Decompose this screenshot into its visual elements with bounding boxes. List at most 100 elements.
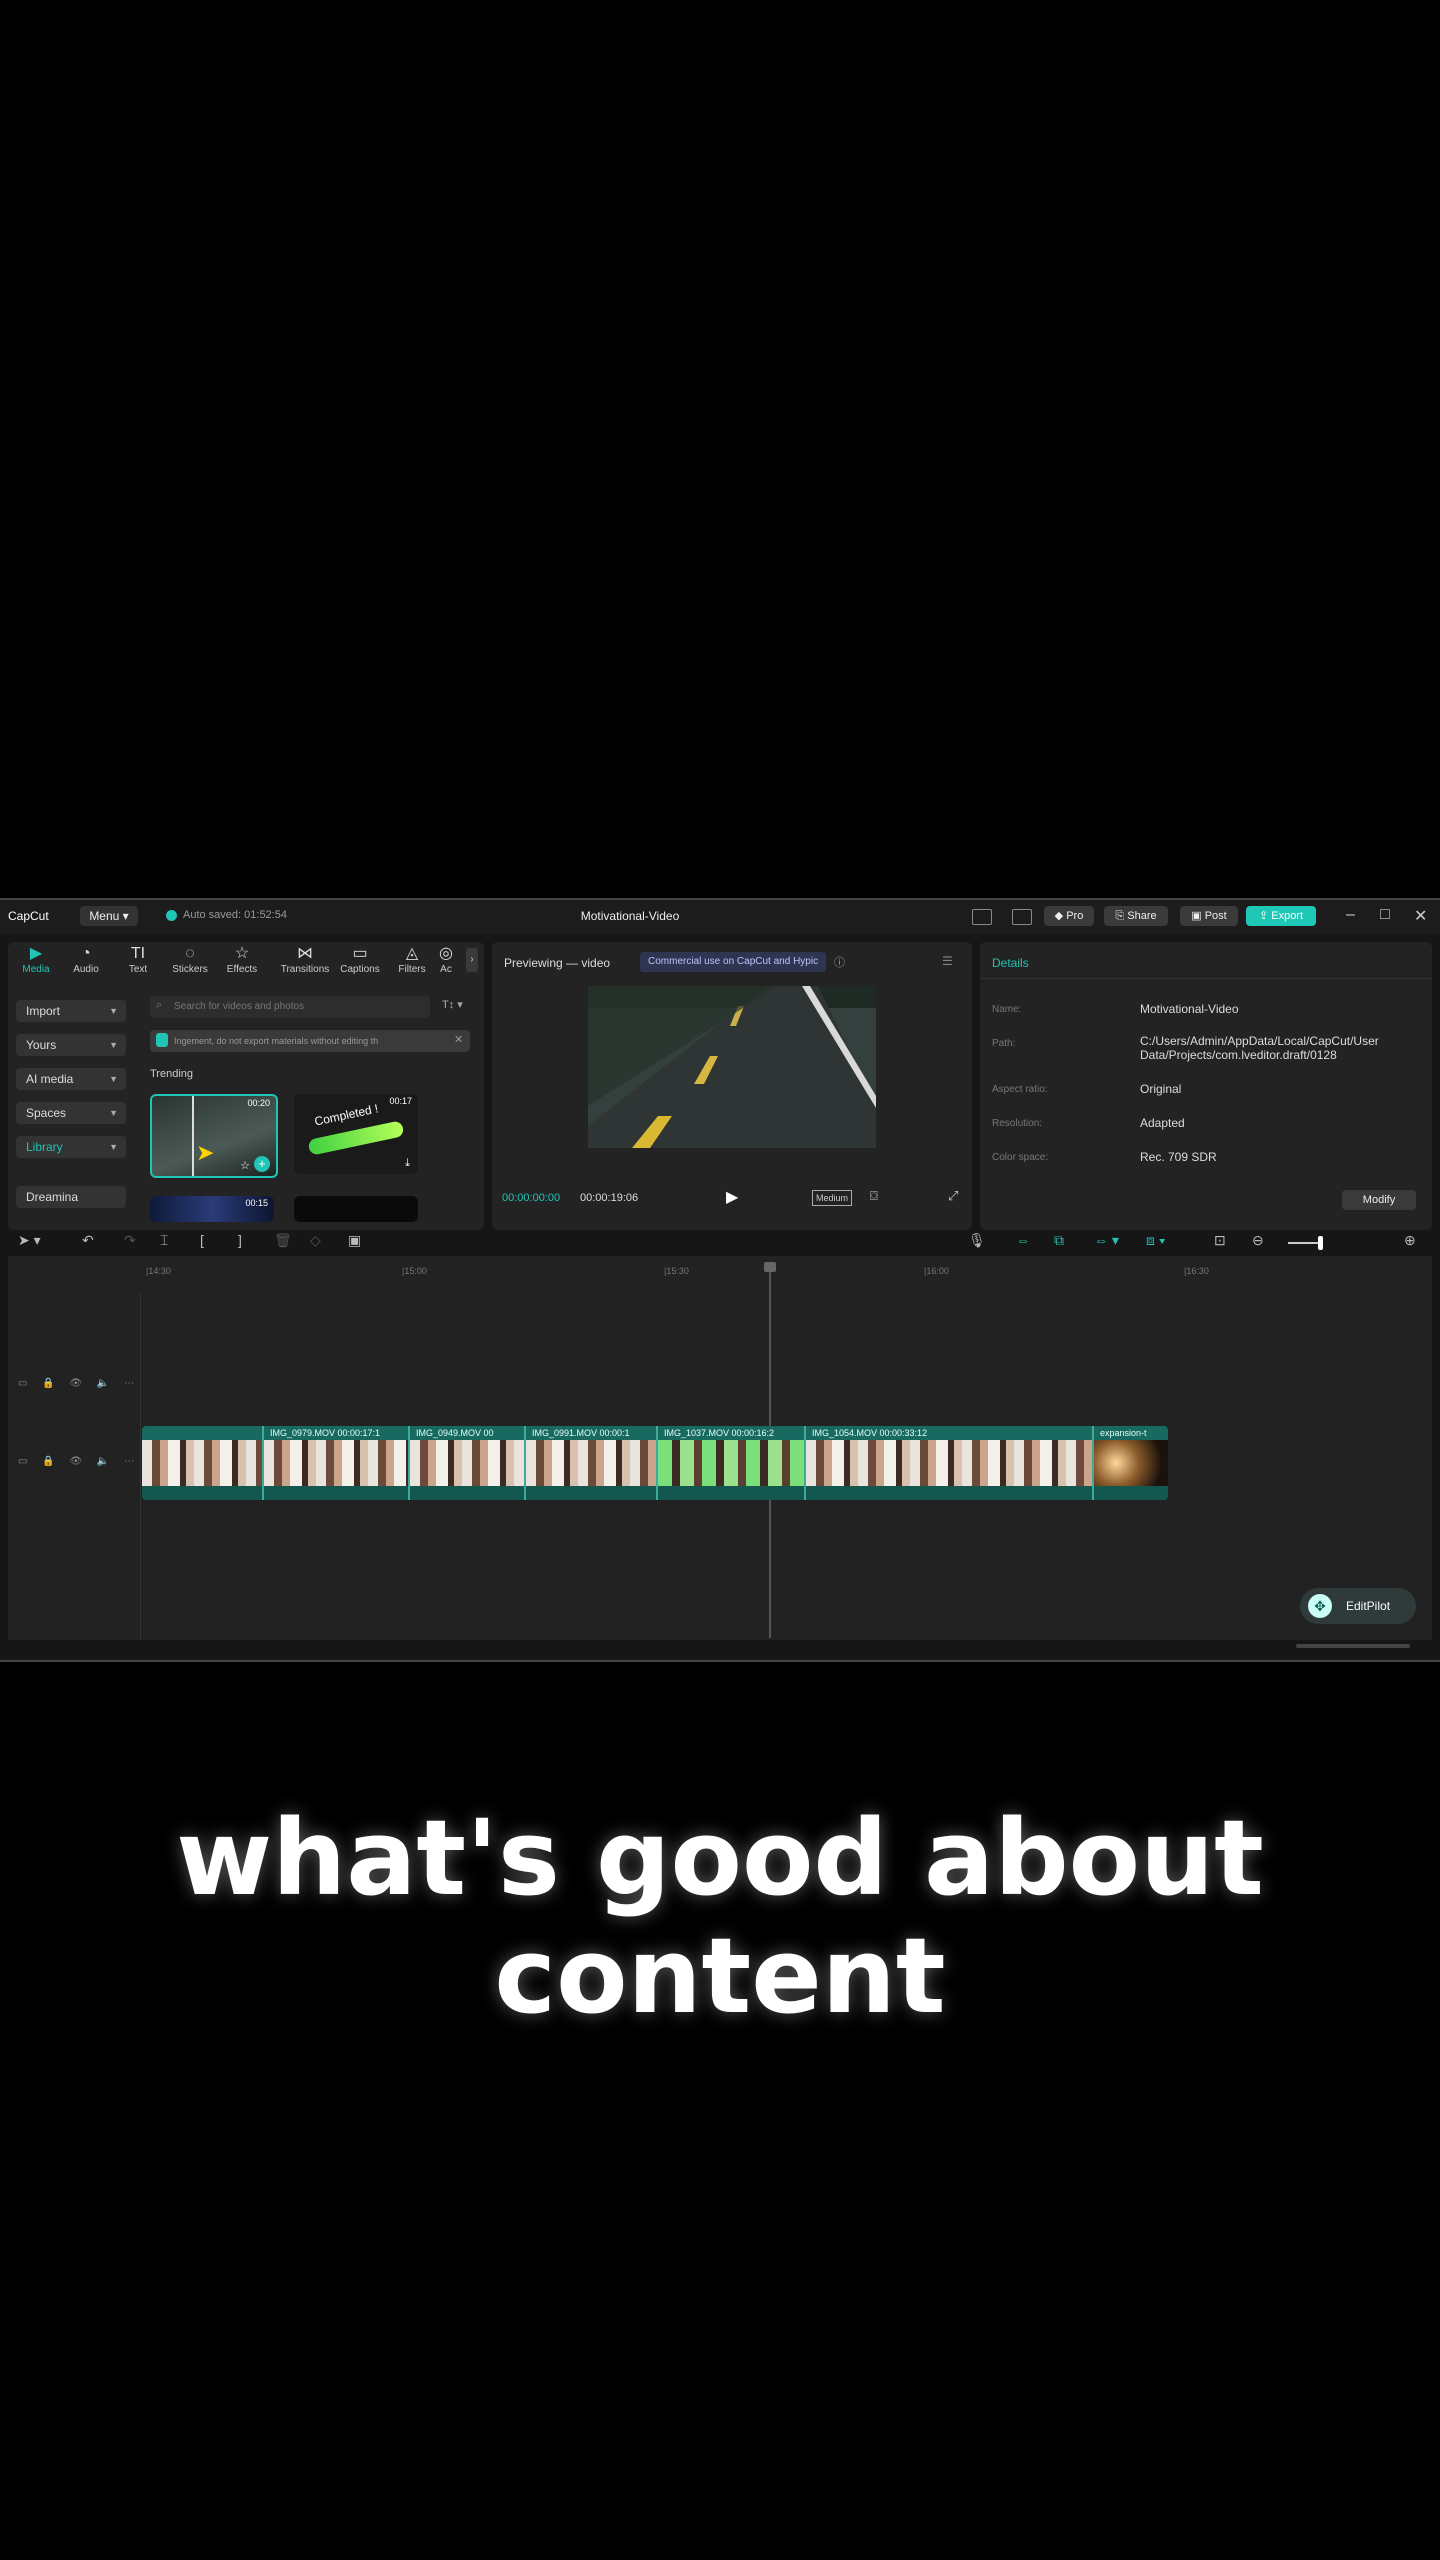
- track-controls-main[interactable]: ▭ 🔒 👁 🔈 ⋯: [18, 1456, 140, 1467]
- shield-tool-icon[interactable]: ◇: [310, 1232, 321, 1249]
- menu-button[interactable]: Menu ▾: [80, 906, 138, 926]
- clip-waveform: [142, 1486, 262, 1500]
- ruler-tick-label: |14:30: [146, 1266, 171, 1276]
- share-label: Share: [1127, 910, 1157, 922]
- post-button[interactable]: ▣ Post: [1180, 906, 1238, 926]
- split-left-icon[interactable]: [: [200, 1232, 204, 1248]
- playhead-handle[interactable]: [764, 1262, 776, 1272]
- sidebar-item-ai-media[interactable]: AI media ▼: [16, 1068, 126, 1090]
- sidebar-item-library[interactable]: Library ▼: [16, 1136, 126, 1158]
- tab-text[interactable]: TI Text: [114, 944, 162, 975]
- sidebar-item-yours[interactable]: Yours ▼: [16, 1034, 126, 1056]
- tab-audio[interactable]: ◔ Audio: [62, 944, 110, 975]
- timeline-clip[interactable]: [142, 1426, 264, 1500]
- autosave-text: Auto saved: 01:52:54: [183, 909, 287, 921]
- sidebar-item-label: Library: [26, 1140, 63, 1154]
- minimize-icon[interactable]: –: [1346, 906, 1355, 924]
- main-video-track[interactable]: IMG_0979.MOV 00:00:17:1 IMG_0949.MOV 00 …: [142, 1426, 1168, 1500]
- timeline-clip[interactable]: IMG_1054.MOV 00:00:33:12: [806, 1426, 1094, 1500]
- undo-icon[interactable]: ↶: [82, 1232, 94, 1249]
- magnet-icon[interactable]: ⧉: [1054, 1232, 1064, 1249]
- horizontal-scrollbar[interactable]: [1296, 1644, 1410, 1648]
- ruler-tick-label: |16:30: [1184, 1266, 1209, 1276]
- tab-transitions[interactable]: ⋈ Transitions: [276, 944, 334, 975]
- media-thumbnail-dark[interactable]: [294, 1196, 418, 1222]
- play-icon[interactable]: ▶: [726, 1187, 738, 1207]
- fullscreen-icon[interactable]: ⤢: [948, 1188, 958, 1204]
- tabs-scroll-right-icon[interactable]: ›: [466, 948, 478, 972]
- close-icon[interactable]: ✕: [1414, 906, 1427, 926]
- quality-selector[interactable]: Medium: [812, 1190, 853, 1206]
- sidebar-item-spaces[interactable]: Spaces ▼: [16, 1102, 126, 1124]
- total-timecode: 00:00:19:06: [580, 1192, 639, 1204]
- sidebar-item-dreamina[interactable]: Dreamina: [16, 1186, 126, 1208]
- timeline-clip[interactable]: IMG_0949.MOV 00: [410, 1426, 526, 1500]
- divider: [980, 978, 1432, 979]
- thumb-caption: Completed !: [313, 1101, 380, 1129]
- select-tool-icon[interactable]: ➤ ▾: [18, 1232, 41, 1249]
- adjust-icon: ◎: [439, 945, 453, 962]
- timeline-clip[interactable]: IMG_0979.MOV 00:00:17:1: [264, 1426, 410, 1500]
- thumb-duration: 00:17: [389, 1096, 412, 1106]
- export-button[interactable]: ⇪ Export: [1246, 906, 1316, 926]
- tab-captions[interactable]: ▭ Captions: [336, 944, 384, 975]
- link-clips-icon[interactable]: ⇔: [1016, 1232, 1030, 1248]
- preview-axis-icon[interactable]: ⇔ ▾: [1094, 1232, 1119, 1249]
- captions-icon: ▭: [352, 945, 368, 962]
- clip-label: IMG_0991.MOV 00:00:1: [532, 1428, 630, 1438]
- split-right-icon[interactable]: ]: [238, 1232, 242, 1248]
- media-search-input[interactable]: Search for videos and photos: [150, 996, 430, 1018]
- align-icon[interactable]: ⧈ ▾: [1146, 1232, 1166, 1249]
- timeline-clip[interactable]: IMG_0991.MOV 00:00:1: [526, 1426, 658, 1500]
- delete-icon[interactable]: 🗑: [274, 1232, 292, 1249]
- media-thumbnail-blue[interactable]: 00:15: [150, 1196, 274, 1222]
- clip-waveform: [526, 1486, 656, 1500]
- media-thumbnail-road[interactable]: 00:20 ➤ + ☆: [150, 1094, 278, 1178]
- pro-button[interactable]: ◆ Pro: [1044, 906, 1094, 926]
- maximize-icon[interactable]: □: [1380, 906, 1390, 924]
- clip-frames: [410, 1440, 524, 1486]
- effects-icon: ☆: [234, 945, 250, 962]
- shortcuts-icon[interactable]: [1012, 909, 1032, 925]
- layout-icon[interactable]: [972, 909, 992, 925]
- track-controls-empty[interactable]: ▭ 🔒 👁 🔈 ⋯: [18, 1378, 140, 1389]
- ruler-tick-label: |15:30: [664, 1266, 689, 1276]
- favorite-icon[interactable]: ☆: [240, 1159, 250, 1172]
- tab-text-label: Text: [128, 964, 148, 975]
- toolbar-tabs: ▶ Media ◔ Audio TI Text ◌ Stickers ☆ Effects …: [12, 944, 482, 980]
- auto-reframe-icon[interactable]: ▣: [348, 1232, 361, 1249]
- share-button[interactable]: ⎘ Share: [1104, 906, 1168, 926]
- playhead-marker: [192, 1096, 194, 1176]
- thumb-duration: 00:15: [245, 1198, 268, 1208]
- sidebar-item-import[interactable]: Import ▼: [16, 1000, 126, 1022]
- redo-icon[interactable]: ↷: [124, 1232, 136, 1249]
- sort-filter-icon[interactable]: T↕ ▾: [442, 998, 463, 1011]
- modify-button[interactable]: Modify: [1342, 1190, 1416, 1210]
- timeline-clip[interactable]: expansion-t: [1094, 1426, 1168, 1500]
- zoom-slider[interactable]: [1288, 1242, 1322, 1244]
- tab-adjust[interactable]: ◎ Ac: [432, 944, 460, 975]
- media-thumbnail-completed[interactable]: 00:17 Completed ! ⤓: [294, 1094, 418, 1174]
- add-to-timeline-icon[interactable]: +: [254, 1156, 270, 1172]
- detail-label-aspect: Aspect ratio:: [992, 1084, 1048, 1095]
- tab-effects[interactable]: ☆ Effects: [218, 944, 266, 975]
- tab-filters[interactable]: ◬ Filters: [388, 944, 436, 975]
- zoom-out-icon[interactable]: ⊖: [1252, 1232, 1264, 1249]
- zoom-fit-icon[interactable]: ⊕: [1404, 1232, 1416, 1249]
- tab-media[interactable]: ▶ Media: [12, 944, 60, 975]
- sidebar-item-label: Import: [26, 1004, 61, 1018]
- tab-stickers[interactable]: ◌ Stickers: [166, 944, 214, 975]
- zoom-slider-handle[interactable]: [1318, 1236, 1323, 1250]
- preview-menu-icon[interactable]: ☰: [942, 954, 953, 968]
- close-notice-icon[interactable]: ✕: [454, 1033, 463, 1046]
- timeline-clip[interactable]: IMG_1037.MOV 00:00:16:2: [658, 1426, 806, 1500]
- snapshot-icon[interactable]: ⌼: [870, 1188, 878, 1204]
- download-icon[interactable]: ⤓: [405, 1157, 410, 1170]
- fit-icon[interactable]: ⊡: [1214, 1232, 1226, 1249]
- microphone-icon[interactable]: 🎙: [968, 1232, 986, 1249]
- clip-label: IMG_0949.MOV 00: [416, 1428, 494, 1438]
- editpilot-button[interactable]: ✥ EditPilot: [1300, 1588, 1416, 1624]
- road-scene: [588, 986, 876, 1148]
- info-icon[interactable]: ⓘ: [834, 954, 845, 970]
- split-icon[interactable]: ⌶: [160, 1232, 168, 1249]
